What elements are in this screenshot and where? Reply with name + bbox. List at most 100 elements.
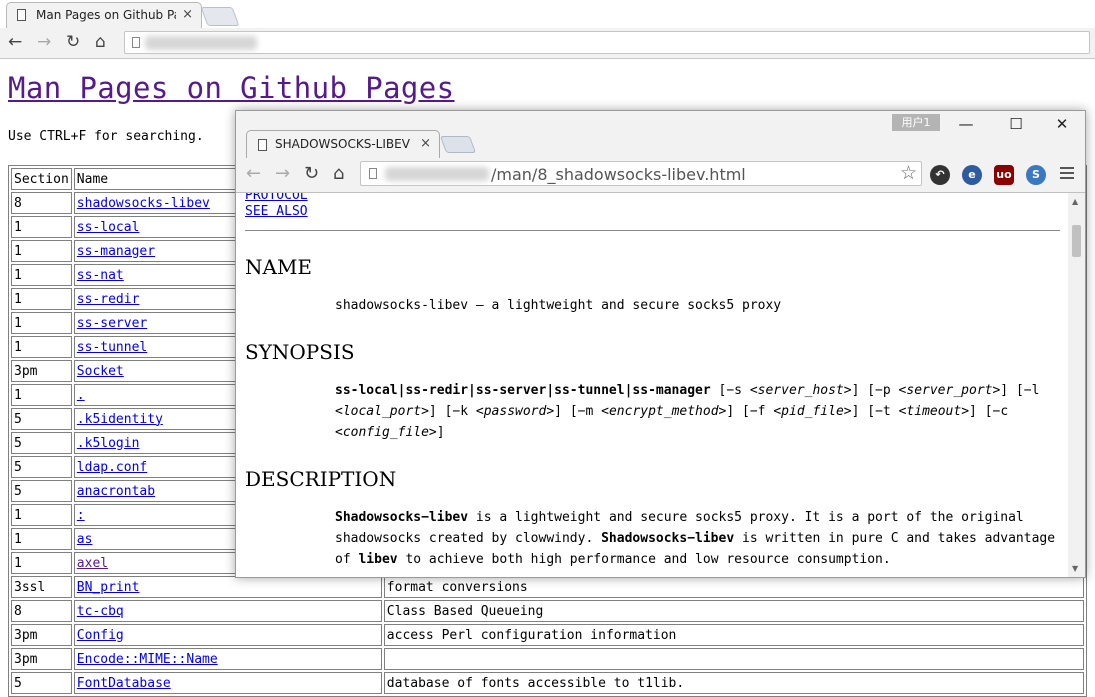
name-cell: BN_print <box>73 576 382 598</box>
man-page-link[interactable]: Encode::MIME::Name <box>77 652 218 667</box>
home-icon[interactable]: ⌂ <box>333 163 344 184</box>
man-page-link[interactable]: tc-cbq <box>77 604 124 619</box>
section-cell: 3pm <box>11 360 72 382</box>
menu-icon[interactable] <box>1060 167 1074 182</box>
man-page-link[interactable]: Config <box>77 628 124 643</box>
back-toolbar: ← → ↻ ⌂ <box>0 28 1095 59</box>
minimize-icon[interactable]: — <box>954 115 978 135</box>
man-page-link[interactable]: ss-manager <box>77 244 155 259</box>
section-cell: 1 <box>11 528 72 550</box>
man-page-link[interactable]: shadowsocks-libev <box>77 196 210 211</box>
window-close-icon[interactable]: ✕ <box>1050 115 1074 135</box>
option-arg: <password> <box>475 404 555 419</box>
section-cell: 8 <box>11 192 72 214</box>
name-cell: Config <box>73 624 382 646</box>
description-cell: access Perl configuration information <box>383 624 1084 646</box>
man-page-link[interactable]: ss-redir <box>77 292 140 307</box>
table-row: 3pm Encode::MIME::Name <box>11 648 1084 670</box>
option-arg: <pid_file> <box>773 404 852 419</box>
forward-arrow-icon[interactable]: → <box>275 163 290 184</box>
man-page-link[interactable]: ss-local <box>77 220 140 235</box>
man-page-link[interactable]: .k5identity <box>77 412 163 427</box>
popup-address-bar[interactable]: /man/8_shadowsocks-libev.html ☆ <box>360 161 922 186</box>
bookmark-star-icon[interactable]: ☆ <box>900 162 917 184</box>
home-icon[interactable]: ⌂ <box>95 32 106 52</box>
description-span: to achieve both high performance and low… <box>397 552 891 567</box>
man-page-link[interactable]: ss-server <box>77 316 147 331</box>
man-page-link[interactable]: axel <box>77 556 108 571</box>
history-extension-icon[interactable]: ↶ <box>930 165 950 185</box>
reload-icon[interactable]: ↻ <box>304 163 319 184</box>
back-address-bar[interactable] <box>124 31 1090 54</box>
synopsis-text: ss-local|ss-redir|ss-server|ss-tunnel|ss… <box>335 380 1060 443</box>
close-icon[interactable]: × <box>420 136 431 151</box>
toc-link-protocol[interactable]: PROTOCOL <box>245 193 1060 204</box>
man-page-link[interactable]: as <box>77 532 93 547</box>
blurred-url <box>145 36 257 50</box>
divider <box>245 230 1060 231</box>
table-row: 3pm Config access Perl configuration infor… <box>11 624 1084 646</box>
scroll-down-icon[interactable]: ▼ <box>1072 564 1078 573</box>
blurred-url <box>385 167 489 181</box>
man-page-link[interactable]: Socket <box>77 364 124 379</box>
vertical-scrollbar[interactable]: ▲ ▼ <box>1068 193 1085 577</box>
description-cell <box>383 648 1084 670</box>
option-text: ] [−p <box>851 383 899 398</box>
man-page-link[interactable]: BN_print <box>77 580 140 595</box>
section-cell: 8 <box>11 600 72 622</box>
bold-term: Shadowsocks−libev <box>601 531 735 546</box>
e-extension-icon[interactable]: e <box>962 165 982 185</box>
option-arg: <server_port> <box>898 383 1001 398</box>
section-cell: 3pm <box>11 648 72 670</box>
back-tab-strip: Man Pages on Github Pa × <box>0 0 1095 28</box>
scrollbar-thumb[interactable] <box>1072 225 1081 257</box>
section-cell: 5 <box>11 456 72 478</box>
option-text: ] [−f <box>726 404 774 419</box>
option-text: ] <box>436 425 445 440</box>
ublock-extension-icon[interactable]: uo <box>994 165 1014 185</box>
section-cell: 5 <box>11 672 72 694</box>
man-page-link[interactable]: ldap.conf <box>77 460 147 475</box>
option-text: ] [−m <box>554 404 602 419</box>
back-tab[interactable]: Man Pages on Github Pa × <box>6 2 202 28</box>
scroll-up-icon[interactable]: ▲ <box>1072 197 1078 206</box>
page-title[interactable]: Man Pages on Github Pages <box>8 71 455 105</box>
man-page-link[interactable]: . <box>77 388 85 403</box>
reload-icon[interactable]: ↻ <box>66 32 80 52</box>
page-icon <box>369 168 377 179</box>
section-cell: 5 <box>11 480 72 502</box>
toc-link-see-also[interactable]: SEE ALSO <box>245 204 1060 220</box>
section-cell: 1 <box>11 288 72 310</box>
table-row: 5 FontDatabase database of fonts accessibl… <box>11 672 1084 694</box>
back-arrow-icon[interactable]: ← <box>8 32 22 52</box>
name-text: shadowsocks-libev — a lightweight and se… <box>335 298 782 313</box>
forward-arrow-icon[interactable]: → <box>37 32 51 52</box>
maximize-icon[interactable]: ☐ <box>1004 115 1028 135</box>
back-arrow-icon[interactable]: ← <box>246 163 261 184</box>
page-icon <box>258 139 267 151</box>
user-badge[interactable]: 用户1 <box>892 114 940 131</box>
new-tab-button[interactable] <box>439 136 477 153</box>
section-cell: 1 <box>11 384 72 406</box>
section-cell: 1 <box>11 240 72 262</box>
header-section: Section <box>11 168 72 190</box>
close-icon[interactable]: × <box>182 7 193 22</box>
option-arg: <server_host> <box>749 383 852 398</box>
man-page-link[interactable]: : <box>77 508 85 523</box>
name-cell: Encode::MIME::Name <box>73 648 382 670</box>
popup-tab[interactable]: SHADOWSOCKS-LIBEV × <box>246 130 440 158</box>
section-cell: 1 <box>11 312 72 334</box>
man-page-link[interactable]: anacrontab <box>77 484 155 499</box>
man-page-link[interactable]: .k5login <box>77 436 140 451</box>
man-page-link[interactable]: ss-nat <box>77 268 124 283</box>
new-tab-button[interactable] <box>200 7 240 26</box>
name-cell: tc-cbq <box>73 600 382 622</box>
synopsis-command: ss-local|ss-redir|ss-server|ss-tunnel|ss… <box>335 383 711 398</box>
option-arg: <local_port> <box>335 404 429 419</box>
translate-extension-icon[interactable]: S <box>1026 165 1046 185</box>
man-page-link[interactable]: ss-tunnel <box>77 340 147 355</box>
section-heading-name: NAME <box>245 255 313 279</box>
section-heading-description: DESCRIPTION <box>245 467 397 491</box>
man-page-link[interactable]: FontDatabase <box>77 676 171 691</box>
option-text: [−s <box>710 383 750 398</box>
